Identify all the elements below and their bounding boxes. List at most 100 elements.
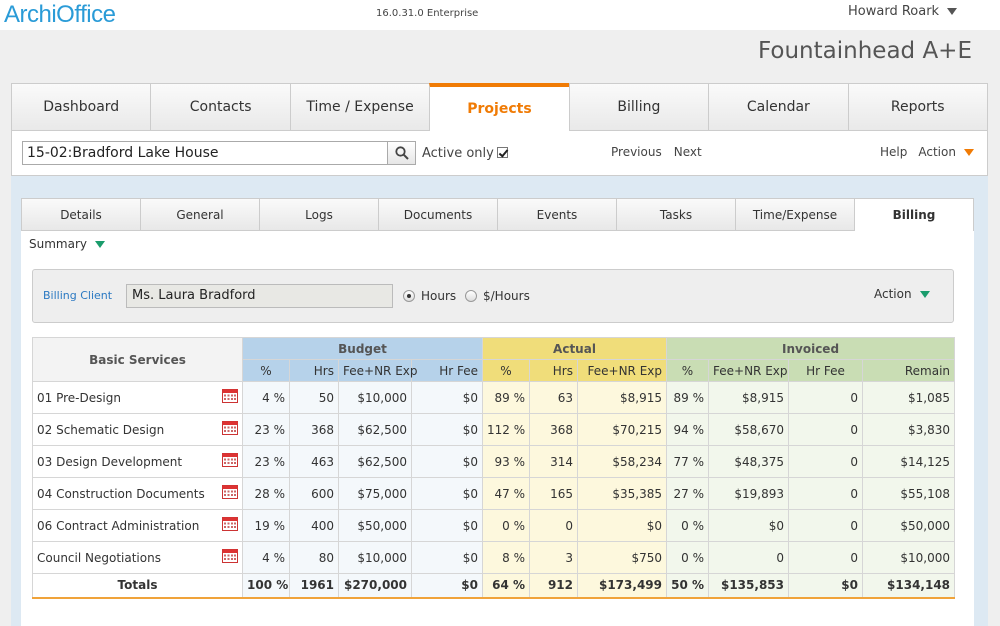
calendar-icon[interactable]	[222, 453, 238, 467]
firm-name: Fountainhead A+E	[758, 38, 972, 64]
next-link[interactable]: Next	[674, 145, 702, 159]
chevron-down-icon	[95, 241, 105, 248]
billing-client-field[interactable]: Ms. Laura Bradford	[126, 284, 393, 308]
service-name-cell[interactable]: 04 Construction Documents	[32, 477, 243, 510]
table-cell: 0	[788, 381, 863, 414]
table-cell: 0	[708, 541, 789, 574]
tab-time-expense[interactable]: Time / Expense	[289, 83, 430, 131]
active-only-checkbox[interactable]	[496, 147, 508, 158]
totals-cell: 912	[529, 573, 578, 599]
calendar-icon[interactable]	[222, 517, 238, 531]
table-cell: 3	[529, 541, 578, 574]
service-name: 01 Pre-Design	[37, 390, 121, 405]
hours-radio-option[interactable]: Hours	[403, 289, 456, 303]
totals-cell: $0	[411, 573, 483, 599]
table-cell: 0 %	[666, 541, 709, 574]
action-menu[interactable]: Action	[918, 145, 974, 159]
summary-dropdown[interactable]: Summary	[29, 237, 105, 251]
service-name: 04 Construction Documents	[37, 486, 205, 501]
calendar-icon[interactable]	[222, 389, 238, 403]
table-cell: 23 %	[242, 445, 290, 478]
table-cell: $0	[577, 509, 667, 542]
billing-summary-table: Basic Services Budget Actual Invoiced % …	[32, 337, 956, 599]
table-cell: 63	[529, 381, 578, 414]
subtab-billing[interactable]: Billing	[854, 198, 974, 231]
table-cell: $62,500	[338, 445, 412, 478]
totals-label: Totals	[32, 573, 243, 599]
hours-label: Hours	[421, 289, 457, 303]
search-button[interactable]	[387, 141, 416, 165]
table-cell: $3,830	[861, 413, 956, 446]
calendar-icon[interactable]	[222, 485, 238, 499]
service-name: 03 Design Development	[37, 454, 183, 469]
table-cell: 165	[529, 477, 578, 510]
totals-cell: 64 %	[482, 573, 530, 599]
column-header: Fee+NR Exp	[577, 359, 667, 382]
service-name-cell[interactable]: 06 Contract Administration	[32, 509, 243, 542]
table-cell: $10,000	[338, 381, 412, 414]
calendar-icon[interactable]	[222, 549, 238, 563]
table-cell: 77 %	[666, 445, 709, 478]
tab-projects[interactable]: Projects	[429, 83, 569, 131]
subtab-events[interactable]: Events	[497, 198, 616, 231]
table-row: 04 Construction Documents 28 % 600 $75,000 $…	[32, 477, 956, 510]
column-header: %	[666, 359, 709, 382]
table-cell: 0	[788, 477, 863, 510]
service-name-cell[interactable]: Council Negotiations	[32, 541, 243, 574]
subtab-logs[interactable]: Logs	[259, 198, 378, 231]
totals-row: Totals 100 % 1961 $270,000 $0 64 % 912 $173,499…	[32, 573, 956, 599]
previous-link[interactable]: Previous	[611, 145, 662, 159]
rate-radio[interactable]	[465, 290, 477, 302]
subtab-tasks[interactable]: Tasks	[616, 198, 735, 231]
service-name-cell[interactable]: 02 Schematic Design	[32, 413, 243, 446]
calendar-icon[interactable]	[222, 421, 238, 435]
table-cell: $0	[411, 541, 483, 574]
subtab-documents[interactable]: Documents	[378, 198, 497, 231]
project-search-input[interactable]	[22, 141, 388, 165]
subtab-general[interactable]: General	[140, 198, 259, 231]
table-cell: $58,670	[708, 413, 789, 446]
rate-radio-option[interactable]: $/Hours	[465, 289, 530, 303]
user-menu[interactable]: Howard Roark	[848, 4, 958, 19]
service-name: 02 Schematic Design	[37, 422, 165, 437]
help-link[interactable]: Help	[880, 145, 907, 159]
hours-radio[interactable]	[403, 290, 415, 302]
totals-cell: $134,148	[861, 573, 956, 599]
totals-cell: $173,499	[577, 573, 667, 599]
table-cell: $0	[411, 381, 483, 414]
service-name-cell[interactable]: 03 Design Development	[32, 445, 243, 478]
tab-reports[interactable]: Reports	[847, 83, 988, 131]
table-cell: 368	[289, 413, 339, 446]
tab-billing[interactable]: Billing	[568, 83, 709, 131]
table-cell: $10,000	[338, 541, 412, 574]
pager: Previous Next	[611, 145, 714, 159]
service-name-cell[interactable]: 01 Pre-Design	[32, 381, 243, 414]
table-row: 02 Schematic Design 23 % 368 $62,500 $0 112 %…	[32, 413, 956, 446]
table-cell: 314	[529, 445, 578, 478]
tab-dashboard[interactable]: Dashboard	[11, 83, 151, 131]
table-cell: $35,385	[577, 477, 667, 510]
help-action-group: Help Action	[880, 145, 974, 159]
subtab-time-expense[interactable]: Time/Expense	[735, 198, 854, 231]
table-cell: $70,215	[577, 413, 667, 446]
service-name: Council Negotiations	[37, 550, 161, 565]
active-only-toggle[interactable]: Active only	[422, 146, 508, 161]
invoiced-header: Invoiced	[665, 337, 956, 360]
search-icon	[394, 146, 409, 160]
column-header: %	[242, 359, 290, 382]
table-cell: $0	[411, 413, 483, 446]
tab-calendar[interactable]: Calendar	[708, 83, 848, 131]
table-group-header: Basic Services Budget Actual Invoiced	[32, 337, 956, 382]
totals-cell: 100 %	[242, 573, 290, 599]
table-cell: 28 %	[242, 477, 290, 510]
client-action-menu[interactable]: Action	[874, 287, 930, 301]
subtab-details[interactable]: Details	[21, 198, 140, 231]
totals-cell: 1961	[289, 573, 339, 599]
table-cell: 8 %	[482, 541, 530, 574]
app-logo[interactable]: ArchiOffice	[4, 1, 116, 29]
table-cell: 0	[788, 509, 863, 542]
table-cell: $0	[411, 445, 483, 478]
tab-contacts[interactable]: Contacts	[150, 83, 290, 131]
column-header: Hr Fee	[788, 359, 863, 382]
table-cell: $19,893	[708, 477, 789, 510]
